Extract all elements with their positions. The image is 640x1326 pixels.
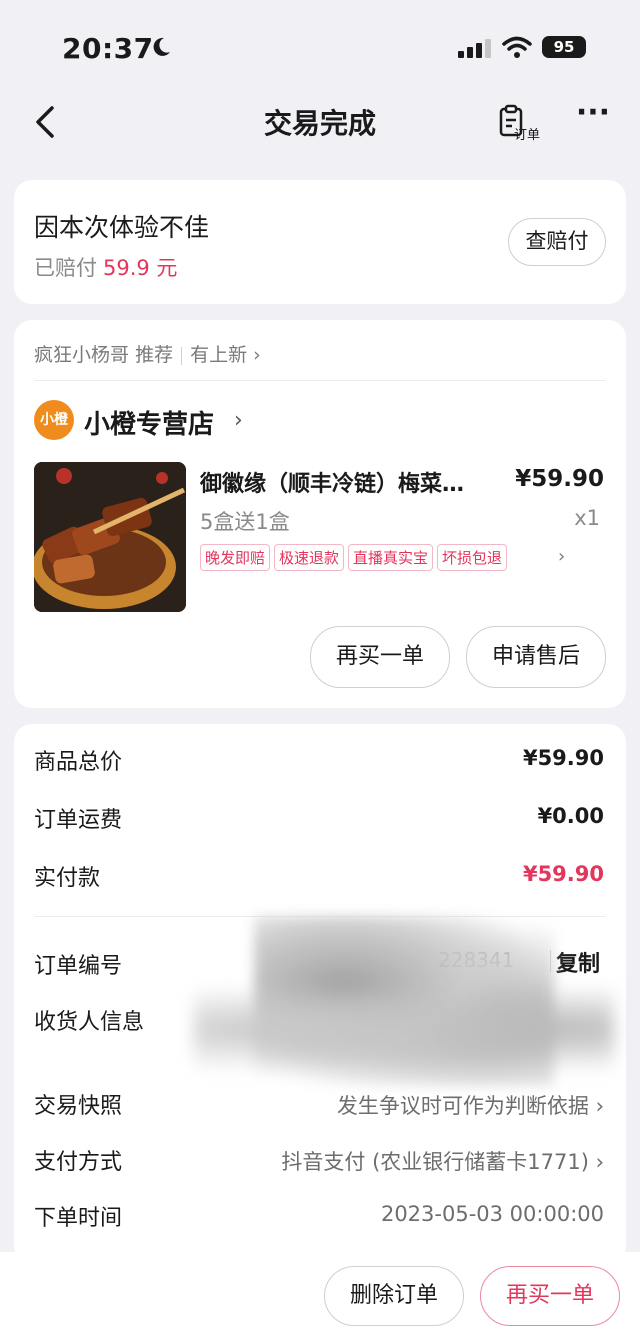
goods-total-label: 商品总价 bbox=[34, 750, 123, 775]
paid-label: 已赔付 bbox=[34, 256, 97, 280]
after-sale-button[interactable]: 申请售后 bbox=[466, 626, 606, 688]
goods-total-value: ¥59.90 bbox=[522, 746, 604, 770]
product-card: 疯狂小杨哥 推荐 有上新 › 小橙 小橙专营店 › 御徽缘（顺丰冷链）梅菜… ¥5… bbox=[14, 320, 626, 708]
shop-name[interactable]: 小橙专营店 bbox=[84, 404, 214, 441]
status-bar: 20:37 95 bbox=[0, 0, 640, 90]
product-image[interactable] bbox=[34, 462, 186, 612]
paid-amount: 59.9 元 bbox=[103, 256, 178, 280]
shop-logo: 小橙 bbox=[34, 400, 74, 440]
shipping-label: 订单运费 bbox=[34, 808, 123, 833]
wifi-icon bbox=[502, 36, 532, 58]
service-tag: 晚发即赔 bbox=[200, 544, 271, 571]
service-tag: 坏损包退 bbox=[437, 544, 508, 571]
service-tag: 极速退款 bbox=[274, 544, 345, 571]
battery-indicator: 95 bbox=[542, 36, 586, 58]
recommend-tag: 有上新 › bbox=[190, 344, 261, 366]
product-title[interactable]: 御徽缘（顺丰冷链）梅菜… bbox=[200, 466, 490, 498]
order-button[interactable]: 订单 bbox=[496, 102, 548, 146]
order-time-label: 下单时间 bbox=[34, 1206, 123, 1231]
compensation-card: 因本次体验不佳 已赔付 59.9 元 查赔付 bbox=[14, 180, 626, 304]
service-tag: 直播真实宝 bbox=[348, 544, 434, 571]
chevron-right-icon[interactable]: › bbox=[234, 408, 243, 433]
chevron-right-icon[interactable]: › bbox=[558, 546, 565, 567]
check-compensation-button[interactable]: 查赔付 bbox=[508, 218, 606, 266]
recommend-user: 疯狂小杨哥 bbox=[34, 344, 130, 366]
moon-icon bbox=[153, 37, 170, 56]
bottom-action-bar: 删除订单 再买一单 bbox=[0, 1252, 640, 1326]
paid-total-value: ¥59.90 bbox=[522, 862, 604, 886]
divider bbox=[181, 346, 183, 365]
divider bbox=[34, 380, 606, 381]
order-button-label: 订单 bbox=[514, 128, 541, 143]
nav-bar: 交易完成 订单 ··· bbox=[0, 90, 640, 154]
delete-order-button[interactable]: 删除订单 bbox=[324, 1266, 464, 1326]
order-number-label: 订单编号 bbox=[34, 954, 123, 979]
compensation-status: 已赔付 59.9 元 bbox=[34, 252, 177, 282]
more-icon[interactable]: ··· bbox=[570, 98, 616, 140]
payment-method-value[interactable]: 抖音支付 (农业银行储蓄卡1771) › bbox=[281, 1146, 604, 1176]
recommend-line[interactable]: 疯狂小杨哥 推荐 有上新 › bbox=[34, 340, 261, 367]
redacted-blur bbox=[194, 984, 614, 1074]
status-time: 20:37 bbox=[62, 32, 154, 65]
recommend-action: 推荐 bbox=[135, 344, 174, 366]
order-detail-card: 商品总价 ¥59.90 订单运费 ¥0.00 实付款 ¥59.90 订单编号 2… bbox=[14, 724, 626, 1264]
product-spec: 5盒送1盒 bbox=[200, 510, 290, 534]
service-tags[interactable]: 晚发即赔 极速退款 直播真实宝 坏损包退 bbox=[200, 544, 508, 571]
shipping-value: ¥0.00 bbox=[537, 804, 604, 828]
receiver-info-label: 收货人信息 bbox=[34, 1010, 145, 1035]
snapshot-label: 交易快照 bbox=[34, 1094, 123, 1119]
payment-method-label: 支付方式 bbox=[34, 1150, 123, 1175]
copy-order-number-button[interactable]: 复制 bbox=[556, 946, 600, 978]
paid-total-label: 实付款 bbox=[34, 866, 101, 891]
compensation-title: 因本次体验不佳 bbox=[34, 213, 210, 242]
product-photo-illustration bbox=[34, 462, 186, 612]
rebuy-button[interactable]: 再买一单 bbox=[310, 626, 450, 688]
snapshot-value[interactable]: 发生争议时可作为判断依据 › bbox=[337, 1090, 604, 1120]
rebuy-bottom-button[interactable]: 再买一单 bbox=[480, 1266, 620, 1326]
product-quantity: x1 bbox=[574, 506, 600, 530]
product-price: ¥59.90 bbox=[515, 466, 604, 492]
order-time-value: 2023-05-03 00:00:00 bbox=[380, 1202, 604, 1226]
signal-icon bbox=[458, 39, 491, 58]
